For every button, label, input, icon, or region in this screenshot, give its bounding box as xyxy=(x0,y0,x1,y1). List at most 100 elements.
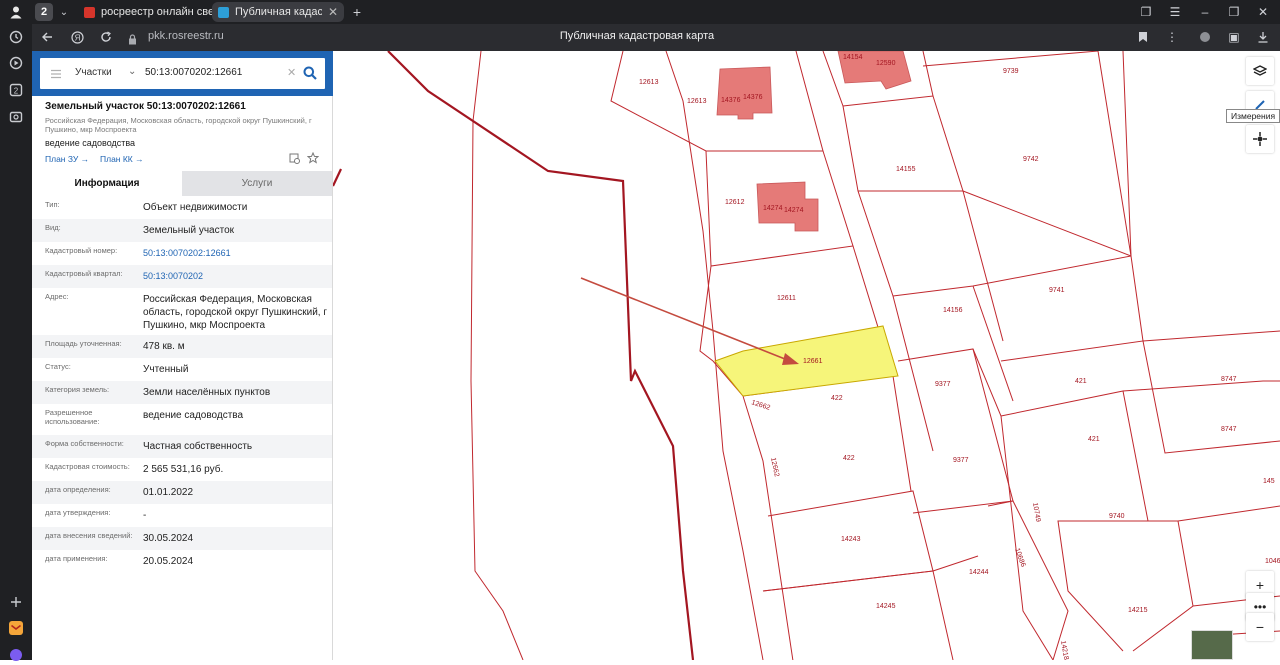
zoom-out-button[interactable]: − xyxy=(1246,613,1274,641)
favorite-star-icon[interactable] xyxy=(306,151,320,164)
lock-icon xyxy=(128,32,138,45)
locate-button[interactable] xyxy=(1246,125,1274,153)
buildings xyxy=(716,51,912,232)
parcel-label: 14156 xyxy=(943,307,963,314)
parcel-label: 12613 xyxy=(687,98,707,105)
bookmark-icon[interactable] xyxy=(1134,28,1152,46)
detail-value-link[interactable]: 50:13:0070202:12661 xyxy=(143,247,328,260)
detail-key: Вид: xyxy=(45,223,61,232)
plan-kk-link[interactable]: План КК → xyxy=(100,154,144,164)
detail-value: Объект недвижимости xyxy=(143,202,248,213)
parcel-label: 12661 xyxy=(803,358,823,365)
tab-list-chevron-icon[interactable]: ⌄ xyxy=(56,3,72,21)
detail-value: 20.05.2024 xyxy=(143,556,194,567)
address-bar: Я pkk.rosreestr.ru Публичная кадастровая… xyxy=(32,24,1280,51)
more-icon[interactable]: ⋮ xyxy=(1163,28,1181,46)
detail-row: Статус: Учтенный xyxy=(32,358,332,381)
parcel-label: 422 xyxy=(831,395,843,402)
screenshot-icon[interactable] xyxy=(6,107,26,127)
detail-key: Кадастровый номер: xyxy=(45,246,118,255)
detail-row: Кадастровый квартал: 50:13:0070202 xyxy=(32,265,332,288)
info-panel: Участки ⌄ 50:13:0070202:12661 ✕ ‹ Земель… xyxy=(32,51,342,660)
map-canvas[interactable]: 12613 12613 14376 14376 14154 12590 9739 14155 9… xyxy=(333,51,1280,660)
chevron-down-icon[interactable]: ⌄ xyxy=(128,66,136,77)
parcel-label: 14218 xyxy=(1059,640,1069,660)
detail-key: дата применения: xyxy=(45,554,108,563)
cadastral-map[interactable]: 12613 12613 14376 14376 14154 12590 9739 14155 9… xyxy=(333,51,1280,660)
detail-key: Площадь уточненная: xyxy=(45,339,122,348)
parcel-label: 12612 xyxy=(725,199,745,206)
detail-row: дата внесения сведений: 30.05.2024 xyxy=(32,527,332,550)
restore-icon[interactable]: ❐ xyxy=(1225,3,1243,21)
parcel-label: 421 xyxy=(1088,436,1100,443)
parcel-label: 14243 xyxy=(841,536,861,543)
search-box: Участки ⌄ 50:13:0070202:12661 ✕ xyxy=(40,58,325,89)
parcel-label: 14376 xyxy=(721,97,741,104)
profile-icon[interactable] xyxy=(6,2,26,22)
detail-row: Адрес: Российская Федерация, Московская о… xyxy=(32,288,332,335)
detail-value: ведение садоводства xyxy=(143,410,244,421)
layers-button[interactable] xyxy=(1246,57,1274,85)
parcel-label: 421 xyxy=(1075,378,1087,385)
add-panel-icon[interactable] xyxy=(6,592,26,612)
detail-value: Земельный участок xyxy=(143,225,235,236)
detail-row: Разрешенное использование: ведение садово… xyxy=(32,404,332,435)
detail-row: Вид: Земельный участок xyxy=(32,219,332,242)
detail-value: 478 кв. м xyxy=(143,341,185,352)
parcel-label: 1046 xyxy=(1265,558,1280,565)
parcel-label: 14376 xyxy=(743,94,763,101)
search-icon[interactable] xyxy=(303,66,317,80)
close-window-icon[interactable]: ✕ xyxy=(1254,3,1272,21)
tab-info[interactable]: Информация xyxy=(32,171,182,196)
minimize-icon[interactable]: – xyxy=(1196,3,1214,21)
detail-key: Статус: xyxy=(45,362,71,371)
tab-count-badge[interactable]: 2 xyxy=(35,3,53,21)
plan-zu-link[interactable]: План ЗУ → xyxy=(45,154,89,164)
svg-text:2: 2 xyxy=(14,87,19,96)
collections-icon[interactable]: ❐ xyxy=(1137,3,1155,21)
yandex-favicon-icon xyxy=(84,6,95,18)
parcel-label: 14245 xyxy=(876,603,896,610)
category-select[interactable]: Участки xyxy=(75,67,112,78)
new-tab-button[interactable]: + xyxy=(348,3,366,21)
detail-key: Форма собственности: xyxy=(45,439,124,448)
download-icon[interactable] xyxy=(1254,28,1272,46)
parcel-label: 14155 xyxy=(896,166,916,173)
parcel-label: 8747 xyxy=(1221,426,1237,433)
back-icon[interactable] xyxy=(38,28,56,46)
detail-row: дата применения: 20.05.2024 xyxy=(32,550,332,573)
extension-icon[interactable] xyxy=(1196,28,1214,46)
pkk-favicon-icon xyxy=(218,6,229,18)
parcel-label: 9377 xyxy=(953,457,969,464)
tab-services[interactable]: Услуги xyxy=(182,171,332,196)
yandex-icon[interactable]: Я xyxy=(68,28,86,46)
clear-icon[interactable]: ✕ xyxy=(287,66,296,79)
tab-counter-icon[interactable]: 2 xyxy=(6,80,26,100)
play-icon[interactable] xyxy=(6,53,26,73)
search-input[interactable]: 50:13:0070202:12661 xyxy=(145,67,242,78)
detail-value-link[interactable]: 50:13:0070202 xyxy=(143,270,328,283)
satellite-thumbnail[interactable] xyxy=(1191,630,1233,660)
hamburger-icon[interactable] xyxy=(50,67,62,79)
detail-key: Адрес: xyxy=(45,292,69,301)
alice-icon[interactable] xyxy=(6,645,26,665)
close-tab-icon[interactable]: ✕ xyxy=(328,5,338,19)
url-text[interactable]: pkk.rosreestr.ru xyxy=(148,30,224,42)
tab-pkk[interactable]: Публичная кадастров ✕ xyxy=(212,2,344,22)
detail-key: Кадастровая стоимость: xyxy=(45,462,130,471)
collections-panel-icon[interactable]: ▣ xyxy=(1225,28,1243,46)
parcel-label: 12590 xyxy=(876,60,896,67)
detail-row: дата определения: 01.01.2022 xyxy=(32,481,332,504)
parcel-label: 8747 xyxy=(1221,376,1237,383)
detail-row: Форма собственности: Частная собственност… xyxy=(32,435,332,458)
parcel-label: 9740 xyxy=(1109,513,1125,520)
history-icon[interactable] xyxy=(6,27,26,47)
menu-icon[interactable]: ☰ xyxy=(1166,3,1184,21)
detail-key: Категория земель: xyxy=(45,385,110,394)
mail-app-icon[interactable] xyxy=(6,618,26,638)
reload-icon[interactable] xyxy=(97,28,115,46)
tab-bar: 2 ⌄ росреестр онлайн сведе Публичная кад… xyxy=(32,0,1280,24)
locate-on-map-icon[interactable] xyxy=(289,152,301,164)
tab-label: Публичная кадастров xyxy=(235,6,322,18)
page-title: Публичная кадастровая карта xyxy=(559,30,715,42)
